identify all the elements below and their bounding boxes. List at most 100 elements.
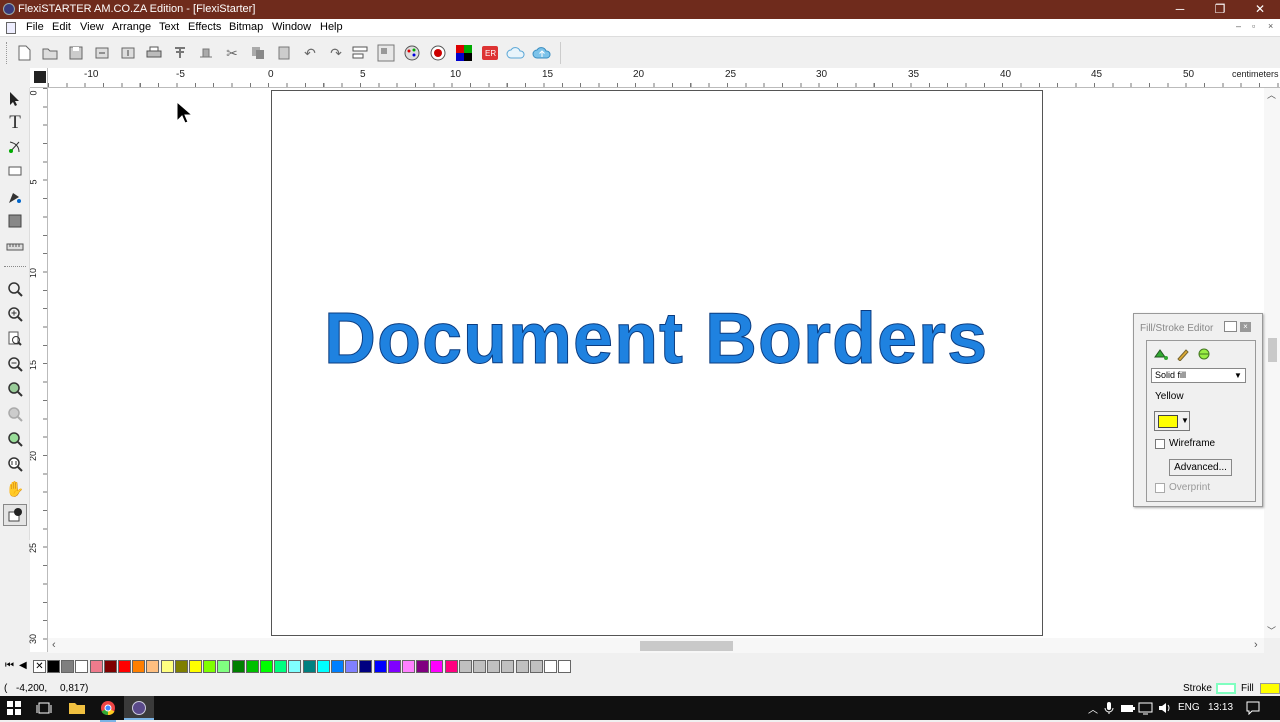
cloud-icon[interactable] [506,43,526,63]
cut-icon[interactable]: ✂ [222,43,242,63]
scroll-left-icon[interactable]: ‹ [52,639,56,651]
palette-color-swatch[interactable] [458,660,472,673]
stroke-color-indicator[interactable] [1216,683,1236,694]
palette-color-swatch[interactable] [47,660,60,673]
palette-color-swatch[interactable] [345,660,359,673]
tray-chevron-up-icon[interactable]: ︿ [1088,701,1098,716]
palette-color-swatch[interactable] [487,660,501,673]
menu-text[interactable]: Text [159,21,179,33]
palette-color-swatch[interactable] [61,660,75,673]
palette-color-swatch[interactable] [160,660,174,673]
save-icon[interactable] [66,43,86,63]
mdi-restore-button[interactable]: ▫ [1252,21,1255,31]
palette-color-swatch[interactable] [231,660,245,673]
palette-color-swatch[interactable] [132,660,146,673]
measure-tool-icon[interactable] [3,236,27,258]
vertical-ruler[interactable]: 0 5 10 15 20 25 30 [28,88,48,652]
palette-color-swatch[interactable] [430,660,444,673]
zoom-all-icon[interactable] [3,428,27,450]
select-tool-icon[interactable] [3,88,27,110]
palette-color-swatch[interactable] [217,660,231,673]
windows-start-icon[interactable] [7,701,21,718]
notifications-icon[interactable] [1246,701,1260,718]
document-text-object[interactable]: Document Borders [323,298,988,380]
file-explorer-icon[interactable] [68,701,86,718]
palette-color-swatch[interactable] [501,660,515,673]
palette-color-swatch[interactable] [302,660,316,673]
flexi-taskbar-button[interactable] [124,696,154,720]
color-picker-button[interactable]: ▼ [1154,411,1190,431]
menu-window[interactable]: Window [272,21,311,33]
palette-color-swatch[interactable] [288,660,302,673]
copy-icon[interactable] [248,43,268,63]
scroll-down-icon[interactable]: ﹀ [1267,624,1276,637]
task-view-icon[interactable] [36,701,52,718]
hand-tool-icon[interactable]: ✋ [3,478,27,500]
palette-color-swatch[interactable] [103,660,117,673]
document-icon[interactable] [6,22,16,34]
minimize-button[interactable]: ─ [1160,0,1200,19]
cloud-upload-icon[interactable] [532,43,552,63]
menu-edit[interactable]: Edit [52,21,71,33]
overprint-checkbox[interactable] [1155,483,1165,493]
zoom-in-icon[interactable] [3,303,27,325]
palette-color-swatch[interactable] [75,660,89,673]
mdi-close-button[interactable]: × [1268,21,1273,31]
pen-tool-icon[interactable] [3,186,27,208]
chrome-icon[interactable] [100,700,116,722]
zoom-selected-icon[interactable] [3,403,27,425]
zoom-actual-icon[interactable] [3,453,27,475]
palette-color-swatch[interactable] [146,660,160,673]
zoom-out-icon[interactable] [3,353,27,375]
microphone-icon[interactable] [1104,701,1114,718]
palette-color-swatch[interactable] [558,660,572,673]
zoom-page-icon[interactable] [3,328,27,350]
palette-color-swatch[interactable] [260,660,273,673]
battery-icon[interactable] [1120,702,1136,717]
volume-icon[interactable] [1158,701,1172,718]
no-color-swatch[interactable]: ✕ [33,660,46,673]
palette-prev-icon[interactable]: ◀ [19,660,27,671]
paste-icon[interactable] [274,43,294,63]
palette-color-swatch[interactable] [544,660,557,673]
redo-icon[interactable]: ↷ [326,43,346,63]
palette-color-swatch[interactable] [174,660,188,673]
scroll-up-icon[interactable]: ︿ [1267,88,1276,101]
spectrum-icon[interactable] [428,43,448,63]
import-icon[interactable] [92,43,112,63]
panel-minimize-button[interactable] [1224,321,1237,332]
open-icon[interactable] [40,43,60,63]
toolbar-grip[interactable] [6,42,8,64]
palette-color-swatch[interactable] [331,660,344,673]
horizontal-scroll-thumb[interactable] [640,641,733,651]
clock-time[interactable]: 13:13 [1208,702,1233,713]
zoom-tool-icon[interactable] [3,278,27,300]
menu-arrange[interactable]: Arrange [112,21,151,33]
color-wheel-icon[interactable] [402,43,422,63]
palette-color-swatch[interactable] [473,660,486,673]
palette-color-swatch[interactable] [316,660,330,673]
export-icon[interactable] [118,43,138,63]
horizontal-ruler[interactable]: -10 -5 0 5 10 15 20 25 30 35 40 45 50 ce… [48,68,1280,88]
text-tool-icon[interactable]: T [3,112,27,134]
zoom-fit-icon[interactable] [3,378,27,400]
palette-color-swatch[interactable] [118,660,131,673]
network-icon[interactable] [1138,701,1154,718]
undo-icon[interactable]: ↶ [300,43,320,63]
panel-close-button[interactable]: × [1240,322,1251,332]
menu-effects[interactable]: Effects [188,21,221,33]
palette-color-swatch[interactable] [387,660,401,673]
fill-color-indicator[interactable] [1260,683,1280,694]
menu-help[interactable]: Help [320,21,343,33]
print-icon[interactable] [144,43,164,63]
palette-first-icon[interactable]: ⏮ [5,660,14,671]
fill-stroke-tool-icon[interactable] [3,504,27,526]
palette-color-swatch[interactable] [402,660,415,673]
palette-color-swatch[interactable] [203,660,217,673]
palette-color-swatch[interactable] [274,660,288,673]
wireframe-checkbox[interactable] [1155,439,1165,449]
palette-color-swatch[interactable] [189,660,202,673]
fill-tool-icon[interactable] [3,210,27,232]
fill-tab-icon[interactable] [1153,347,1169,364]
fill-type-dropdown[interactable]: Solid fill ▼ [1151,368,1246,383]
